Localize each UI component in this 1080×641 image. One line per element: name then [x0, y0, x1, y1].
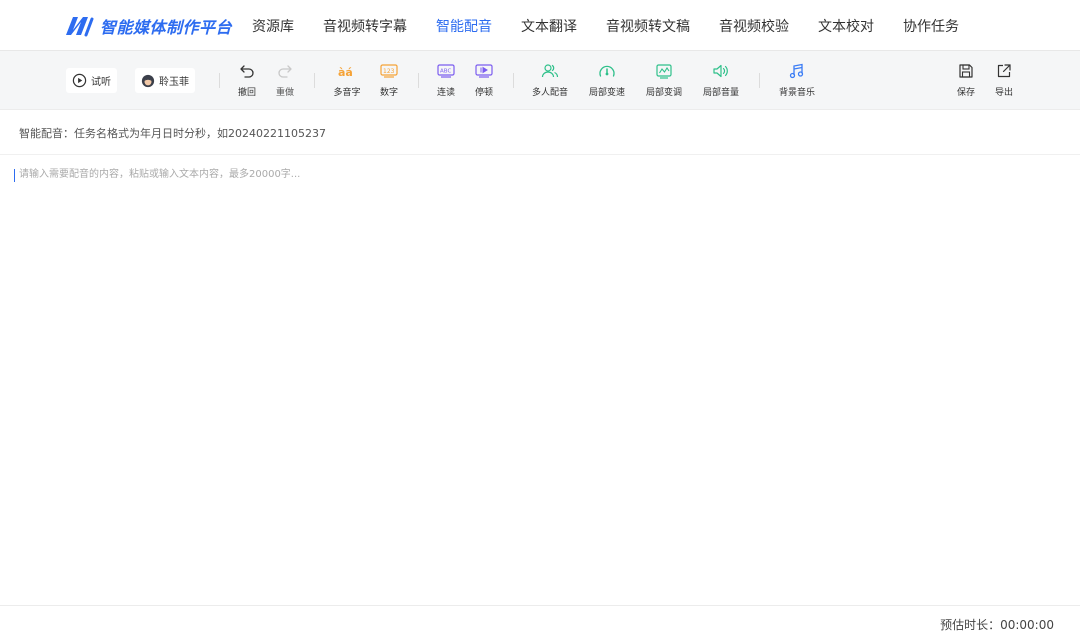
undo-label: 撤回: [237, 88, 256, 98]
local-speed-label: 局部变速: [588, 88, 625, 98]
svg-text:123: 123: [383, 68, 395, 75]
number-button[interactable]: 123 数字: [369, 62, 409, 102]
polyphone-button[interactable]: àá 多音字: [327, 62, 367, 102]
export-icon: [997, 64, 1011, 78]
export-label: 导出: [994, 88, 1013, 98]
estimated-duration: 预估时长：00:00:00: [940, 616, 1054, 633]
duration-label: 预估时长：: [940, 618, 1001, 632]
nav-item-text-translation[interactable]: 文本翻译: [521, 16, 577, 36]
redo-icon: [278, 65, 292, 78]
pause-button[interactable]: 停顿: [464, 62, 504, 102]
polyphone-icon: àá: [338, 66, 353, 79]
top-header: 智能媒体制作平台 资源库 音视频转字幕 智能配音 文本翻译 音视频转文稿 音视频…: [0, 0, 1080, 51]
duration-value: 00:00:00: [1000, 618, 1054, 632]
save-icon: [959, 64, 973, 78]
pause-icon: [475, 64, 493, 78]
separator: [314, 73, 315, 88]
divider: [0, 154, 1080, 155]
separator: [513, 73, 514, 88]
separator: [418, 73, 419, 88]
status-footer: 预估时长：00:00:00: [0, 605, 1080, 641]
preview-label: 试听: [91, 77, 111, 88]
nav-item-collab-tasks[interactable]: 协作任务: [903, 16, 959, 36]
save-label: 保存: [956, 88, 975, 98]
main-nav: 资源库 音视频转字幕 智能配音 文本翻译 音视频转文稿 音视频校验 文本校对 协…: [252, 0, 988, 51]
pause-label: 停顿: [474, 88, 493, 98]
nav-item-text-proofread[interactable]: 文本校对: [818, 16, 874, 36]
number-label: 数字: [379, 88, 398, 98]
export-button[interactable]: 导出: [984, 62, 1024, 102]
multi-voice-button[interactable]: 多人配音: [530, 62, 570, 102]
bgm-button[interactable]: 背景音乐: [777, 62, 817, 102]
users-icon: [541, 64, 559, 78]
logo-text: 智能媒体制作平台: [100, 18, 233, 37]
nav-item-av-to-transcript[interactable]: 音视频转文稿: [606, 16, 690, 36]
speedometer-icon: [599, 65, 615, 77]
pitch-icon: [656, 64, 672, 79]
preview-button[interactable]: 试听: [66, 68, 117, 93]
local-pitch-label: 局部变调: [645, 88, 682, 98]
music-note-icon: [789, 63, 804, 79]
polyphone-label: 多音字: [333, 88, 361, 98]
bgm-label: 背景音乐: [778, 88, 815, 98]
local-volume-button[interactable]: 局部音量: [701, 62, 741, 102]
task-name-hint: 智能配音：任务名格式为年月日时分秒，如20240221105237: [19, 127, 326, 140]
local-pitch-button[interactable]: 局部变调: [644, 62, 684, 102]
svg-text:ABC: ABC: [440, 69, 451, 75]
nav-item-resources[interactable]: 资源库: [252, 16, 294, 36]
local-speed-button[interactable]: 局部变速: [587, 62, 627, 102]
number-icon: 123: [380, 64, 398, 78]
volume-icon: [713, 64, 728, 78]
nav-item-av-to-subtitle[interactable]: 音视频转字幕: [323, 16, 407, 36]
separator: [219, 73, 220, 88]
svg-text:àá: àá: [338, 66, 353, 79]
dubbing-text-input[interactable]: [14, 166, 1064, 596]
editor-toolbar: 试听 聆玉菲 撤回 重做 àá 多音字 123 数字 ABC 连读 停顿 多人配…: [0, 51, 1080, 110]
liaison-icon: ABC: [437, 64, 455, 78]
liaison-label: 连读: [436, 88, 455, 98]
undo-button[interactable]: 撤回: [227, 62, 267, 102]
separator: [759, 73, 760, 88]
local-volume-label: 局部音量: [702, 88, 739, 98]
voice-label: 聆玉菲: [159, 77, 189, 88]
voice-selector[interactable]: 聆玉菲: [135, 68, 195, 93]
logo-icon: [66, 17, 94, 37]
save-button[interactable]: 保存: [946, 62, 986, 102]
redo-label: 重做: [275, 88, 294, 98]
undo-icon: [240, 65, 254, 78]
play-icon: [72, 73, 87, 88]
avatar-icon: [141, 74, 155, 87]
multi-voice-label: 多人配音: [531, 88, 568, 98]
redo-button[interactable]: 重做: [265, 62, 305, 102]
nav-item-smart-dubbing[interactable]: 智能配音: [436, 16, 492, 36]
liaison-button[interactable]: ABC 连读: [426, 62, 466, 102]
app-logo[interactable]: 智能媒体制作平台: [64, 13, 232, 39]
nav-item-av-check[interactable]: 音视频校验: [719, 16, 789, 36]
